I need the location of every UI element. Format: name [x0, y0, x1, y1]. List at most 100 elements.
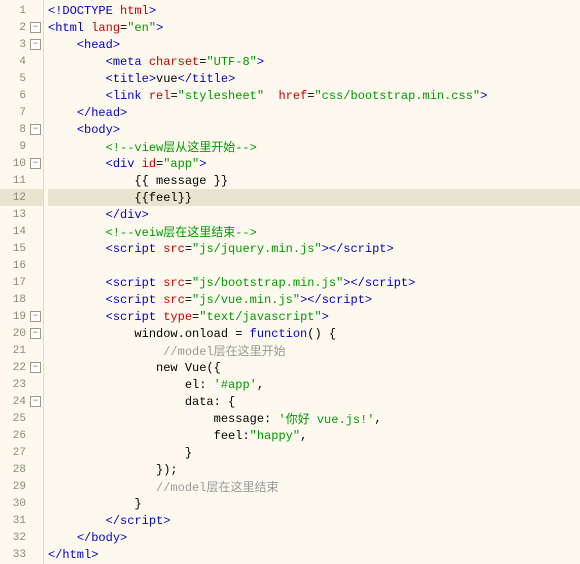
code-line[interactable]: <title>vue</title>	[48, 70, 580, 87]
gutter-line: 25	[0, 410, 43, 427]
line-number: 13	[6, 209, 28, 221]
line-number: 18	[6, 294, 28, 306]
code-line[interactable]: feel:"happy",	[48, 427, 580, 444]
gutter-line: 1	[0, 2, 43, 19]
line-number: 5	[6, 73, 28, 85]
code-line[interactable]: <script src="js/vue.min.js"></script>	[48, 291, 580, 308]
code-line[interactable]: el: '#app',	[48, 376, 580, 393]
code-line[interactable]: {{ message }}	[48, 172, 580, 189]
gutter-line: 15	[0, 240, 43, 257]
code-line[interactable]: });	[48, 461, 580, 478]
code-line[interactable]: <!--view层从这里开始-->	[48, 138, 580, 155]
line-number: 22	[6, 362, 28, 374]
code-line[interactable]: </head>	[48, 104, 580, 121]
gutter-line: 19−	[0, 308, 43, 325]
code-line[interactable]: </html>	[48, 546, 580, 563]
gutter-line: 27	[0, 444, 43, 461]
gutter-line: 21	[0, 342, 43, 359]
fold-toggle-icon[interactable]: −	[30, 124, 41, 135]
line-number: 10	[6, 158, 28, 170]
line-number: 11	[6, 175, 28, 187]
gutter-line: 24−	[0, 393, 43, 410]
line-number: 4	[6, 56, 28, 68]
line-number: 33	[6, 549, 28, 561]
code-line[interactable]: window.onload = function() {	[48, 325, 580, 342]
code-line-current[interactable]: {{feel}}	[48, 189, 580, 206]
line-number: 24	[6, 396, 28, 408]
line-number: 30	[6, 498, 28, 510]
gutter-line: 22−	[0, 359, 43, 376]
gutter-line: 23	[0, 376, 43, 393]
gutter-line: 18	[0, 291, 43, 308]
gutter-line: 31	[0, 512, 43, 529]
line-number: 2	[6, 22, 28, 34]
line-number: 14	[6, 226, 28, 238]
code-line[interactable]: //model层在这里结束	[48, 478, 580, 495]
gutter-line: 8−	[0, 121, 43, 138]
gutter-line: 14	[0, 223, 43, 240]
code-line[interactable]: message: '你好 vue.js!',	[48, 410, 580, 427]
code-line[interactable]: <body>	[48, 121, 580, 138]
gutter-line: 29	[0, 478, 43, 495]
gutter-line: 2−	[0, 19, 43, 36]
line-number: 29	[6, 481, 28, 493]
code-line[interactable]: <div id="app">	[48, 155, 580, 172]
code-line[interactable]: <link rel="stylesheet" href="css/bootstr…	[48, 87, 580, 104]
line-number: 25	[6, 413, 28, 425]
code-line[interactable]: }	[48, 495, 580, 512]
gutter-line: 33	[0, 546, 43, 563]
code-line[interactable]: </div>	[48, 206, 580, 223]
fold-toggle-icon[interactable]: −	[30, 39, 41, 50]
line-number: 21	[6, 345, 28, 357]
gutter-line: 20−	[0, 325, 43, 342]
line-number: 8	[6, 124, 28, 136]
line-number-gutter: 12−3−45678−910−111213141516171819−20−212…	[0, 0, 44, 564]
fold-toggle-icon[interactable]: −	[30, 22, 41, 33]
code-line[interactable]: <html lang="en">	[48, 19, 580, 36]
code-line[interactable]: </script>	[48, 512, 580, 529]
fold-toggle-icon[interactable]: −	[30, 328, 41, 339]
gutter-line: 5	[0, 70, 43, 87]
code-line[interactable]: <script type="text/javascript">	[48, 308, 580, 325]
code-line[interactable]: <script src="js/jquery.min.js"></script>	[48, 240, 580, 257]
line-number: 1	[6, 5, 28, 17]
gutter-line: 11	[0, 172, 43, 189]
fold-toggle-icon[interactable]: −	[30, 158, 41, 169]
code-line[interactable]: <script src="js/bootstrap.min.js"></scri…	[48, 274, 580, 291]
code-line[interactable]: new Vue({	[48, 359, 580, 376]
line-number: 32	[6, 532, 28, 544]
code-line[interactable]: data: {	[48, 393, 580, 410]
code-line[interactable]: //model层在这里开始	[48, 342, 580, 359]
line-number: 28	[6, 464, 28, 476]
gutter-line: 12	[0, 189, 43, 206]
line-number: 6	[6, 90, 28, 102]
line-number: 15	[6, 243, 28, 255]
code-line[interactable]	[48, 257, 580, 274]
line-number: 3	[6, 39, 28, 51]
gutter-line: 28	[0, 461, 43, 478]
fold-toggle-icon[interactable]: −	[30, 396, 41, 407]
gutter-line: 3−	[0, 36, 43, 53]
line-number: 12	[6, 192, 28, 204]
fold-toggle-icon[interactable]: −	[30, 362, 41, 373]
gutter-line: 7	[0, 104, 43, 121]
code-line[interactable]: <!DOCTYPE html>	[48, 2, 580, 19]
code-line[interactable]: </body>	[48, 529, 580, 546]
line-number: 20	[6, 328, 28, 340]
fold-toggle-icon[interactable]: −	[30, 311, 41, 322]
line-number: 17	[6, 277, 28, 289]
code-line[interactable]: }	[48, 444, 580, 461]
line-number: 9	[6, 141, 28, 153]
code-line[interactable]: <head>	[48, 36, 580, 53]
line-number: 31	[6, 515, 28, 527]
gutter-line: 10−	[0, 155, 43, 172]
code-line[interactable]: <!--veiw层在这里结束-->	[48, 223, 580, 240]
line-number: 27	[6, 447, 28, 459]
code-editor-area[interactable]: <!DOCTYPE html> <html lang="en"> <head> …	[44, 0, 580, 564]
gutter-line: 13	[0, 206, 43, 223]
line-number: 23	[6, 379, 28, 391]
gutter-line: 17	[0, 274, 43, 291]
code-line[interactable]: <meta charset="UTF-8">	[48, 53, 580, 70]
gutter-line: 32	[0, 529, 43, 546]
gutter-line: 9	[0, 138, 43, 155]
